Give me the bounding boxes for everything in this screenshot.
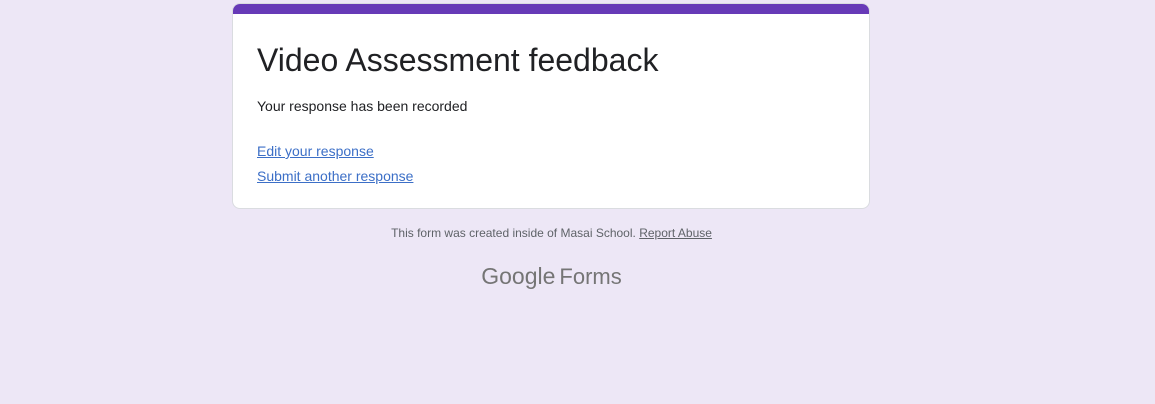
submit-another-response-link[interactable]: Submit another response — [257, 166, 413, 186]
report-abuse-link[interactable]: Report Abuse — [639, 226, 712, 240]
footer-note: This form was created inside of Masai Sc… — [0, 224, 1103, 242]
forms-wordmark: Forms — [559, 264, 622, 289]
footer-note-text: This form was created inside of Masai Sc… — [391, 226, 636, 240]
google-wordmark: Google — [481, 263, 556, 289]
form-title: Video Assessment feedback — [257, 42, 659, 78]
google-forms-logo[interactable]: Google Forms — [0, 261, 1103, 292]
edit-response-link[interactable]: Edit your response — [257, 141, 374, 161]
confirmation-card: Video Assessment feedback Your response … — [232, 3, 870, 209]
card-accent-bar — [233, 4, 869, 14]
confirmation-message: Your response has been recorded — [257, 98, 468, 114]
